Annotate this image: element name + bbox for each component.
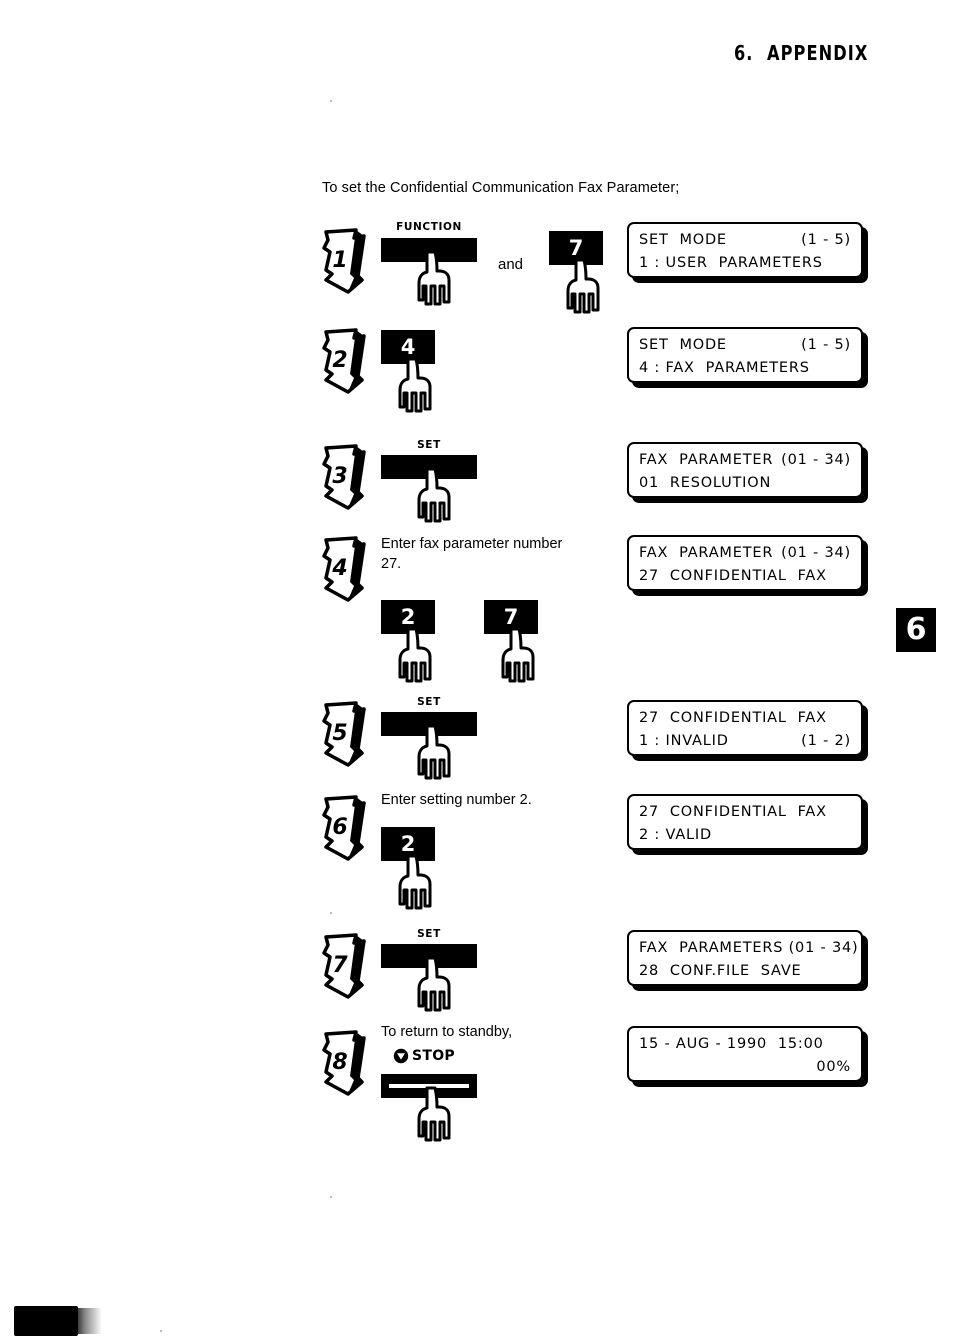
- lcd-line-left: 27 CONFIDENTIAL FAX: [639, 568, 827, 584]
- step-marker-3: 3: [318, 444, 376, 510]
- lcd-line-left: FAX PARAMETER: [639, 545, 774, 561]
- pressing-hand-icon: [409, 1086, 465, 1142]
- lcd-line-left: 1 : INVALID: [639, 733, 729, 749]
- lcd-display-8: 15 - AUG - 1990 15:00 00%: [627, 1026, 863, 1082]
- lcd-display-3: FAX PARAMETER (01 - 34) 01 RESOLUTION: [627, 442, 863, 498]
- lcd-line: 2 : VALID: [639, 824, 851, 847]
- lcd-line-right: (1 - 5): [801, 232, 851, 248]
- stop-key-label: STOP: [393, 1048, 455, 1064]
- lcd-line: 27 CONFIDENTIAL FAX: [639, 801, 851, 824]
- pressing-hand-icon: [558, 258, 614, 314]
- scan-speck: [330, 912, 332, 914]
- pressing-hand-icon: [390, 854, 446, 910]
- lcd-line: 1 : USER PARAMETERS: [639, 252, 851, 275]
- lcd-line-left: 15 - AUG - 1990 15:00: [639, 1036, 824, 1052]
- lcd-line-right: (01 - 34): [781, 452, 851, 468]
- lcd-line: 4 : FAX PARAMETERS: [639, 357, 851, 380]
- key-name-function: FUNCTION: [396, 221, 462, 233]
- step-number-4: 4: [332, 556, 348, 581]
- lcd-line-left: 01 RESOLUTION: [639, 475, 772, 491]
- step-instruction-4: Enter fax parameter number 27.: [381, 536, 563, 572]
- step-number-6: 6: [332, 815, 348, 840]
- lcd-line: SET MODE (1 - 5): [639, 334, 851, 357]
- stop-icon: [393, 1048, 409, 1064]
- lcd-line-left: 4 : FAX PARAMETERS: [639, 360, 810, 376]
- lcd-line: FAX PARAMETERS (01 - 34): [639, 937, 858, 960]
- pressing-hand-icon: [390, 357, 446, 413]
- step-marker-7: 7: [318, 933, 376, 999]
- lcd-line: 15 - AUG - 1990 15:00: [639, 1033, 851, 1056]
- step-number-8: 8: [332, 1050, 348, 1075]
- pressing-hand-icon: [493, 627, 549, 683]
- step-number-3: 3: [332, 464, 348, 489]
- lcd-line: 27 CONFIDENTIAL FAX: [639, 707, 851, 730]
- lcd-line-right: 00%: [816, 1059, 851, 1075]
- lcd-line: 1 : INVALID (1 - 2): [639, 730, 851, 753]
- lcd-line-left: SET MODE: [639, 232, 727, 248]
- scan-speck: [330, 100, 332, 102]
- key-name-set: SET: [417, 928, 441, 940]
- lcd-line-left: 2 : VALID: [639, 827, 712, 843]
- page-title: 6. APPENDIX: [733, 41, 868, 65]
- lcd-display-6: 27 CONFIDENTIAL FAX 2 : VALID: [627, 794, 863, 850]
- lcd-display-4: FAX PARAMETER (01 - 34) 27 CONFIDENTIAL …: [627, 535, 863, 591]
- lcd-line: 00%: [639, 1056, 851, 1079]
- step-instruction-8: To return to standby,: [381, 1024, 513, 1040]
- lcd-display-5: 27 CONFIDENTIAL FAX 1 : INVALID (1 - 2): [627, 700, 863, 756]
- step-marker-8: 8: [318, 1030, 376, 1096]
- scan-speck: [330, 1196, 332, 1198]
- lcd-line-left: 27 CONFIDENTIAL FAX: [639, 804, 827, 820]
- step-marker-2: 2: [318, 328, 376, 394]
- lcd-line-right: (01 - 34): [781, 545, 851, 561]
- lcd-line: 01 RESOLUTION: [639, 472, 851, 495]
- step-number-1: 1: [332, 248, 348, 273]
- lcd-line: 28 CONF.FILE SAVE: [639, 960, 851, 983]
- scan-speck: [160, 1330, 162, 1332]
- step-number-2: 2: [332, 348, 348, 373]
- step-marker-5: 5: [318, 701, 376, 767]
- step-marker-4: 4: [318, 536, 376, 602]
- key-name-set: SET: [417, 696, 441, 708]
- lcd-line-left: 27 CONFIDENTIAL FAX: [639, 710, 827, 726]
- pressing-hand-icon: [390, 627, 446, 683]
- lcd-line: FAX PARAMETER (01 - 34): [639, 449, 851, 472]
- step-marker-1: 1: [318, 228, 376, 294]
- lcd-line-right: (1 - 2): [801, 733, 851, 749]
- lcd-line-left: 1 : USER PARAMETERS: [639, 255, 823, 271]
- scan-artifact-smudge: [14, 1306, 102, 1336]
- pressing-hand-icon: [409, 467, 465, 523]
- lcd-display-7: FAX PARAMETERS (01 - 34) 28 CONF.FILE SA…: [627, 930, 863, 986]
- step-marker-6: 6: [318, 795, 376, 861]
- chapter-tab-6: 6: [896, 608, 936, 652]
- lcd-display-2: SET MODE (1 - 5) 4 : FAX PARAMETERS: [627, 327, 863, 383]
- step-instruction-6: Enter setting number 2.: [381, 792, 532, 808]
- lcd-line-left: SET MODE: [639, 337, 727, 353]
- lcd-line-left: FAX PARAMETER: [639, 452, 774, 468]
- intro-text: To set the Confidential Communication Fa…: [322, 180, 680, 196]
- connector-and: and: [498, 256, 524, 273]
- key-name-set: SET: [417, 439, 441, 451]
- step-number-5: 5: [332, 721, 348, 746]
- lcd-line: SET MODE (1 - 5): [639, 229, 851, 252]
- pressing-hand-icon: [409, 250, 465, 306]
- pressing-hand-icon: [409, 956, 465, 1012]
- lcd-line-right: (1 - 5): [801, 337, 851, 353]
- lcd-line: 27 CONFIDENTIAL FAX: [639, 565, 851, 588]
- stop-text: STOP: [412, 1048, 455, 1064]
- step-number-7: 7: [332, 953, 348, 978]
- lcd-display-1: SET MODE (1 - 5) 1 : USER PARAMETERS: [627, 222, 863, 278]
- pressing-hand-icon: [409, 724, 465, 780]
- lcd-line-left: 28 CONF.FILE SAVE: [639, 963, 802, 979]
- lcd-line: FAX PARAMETER (01 - 34): [639, 542, 851, 565]
- lcd-line-left: FAX PARAMETERS (01 - 34): [639, 940, 859, 956]
